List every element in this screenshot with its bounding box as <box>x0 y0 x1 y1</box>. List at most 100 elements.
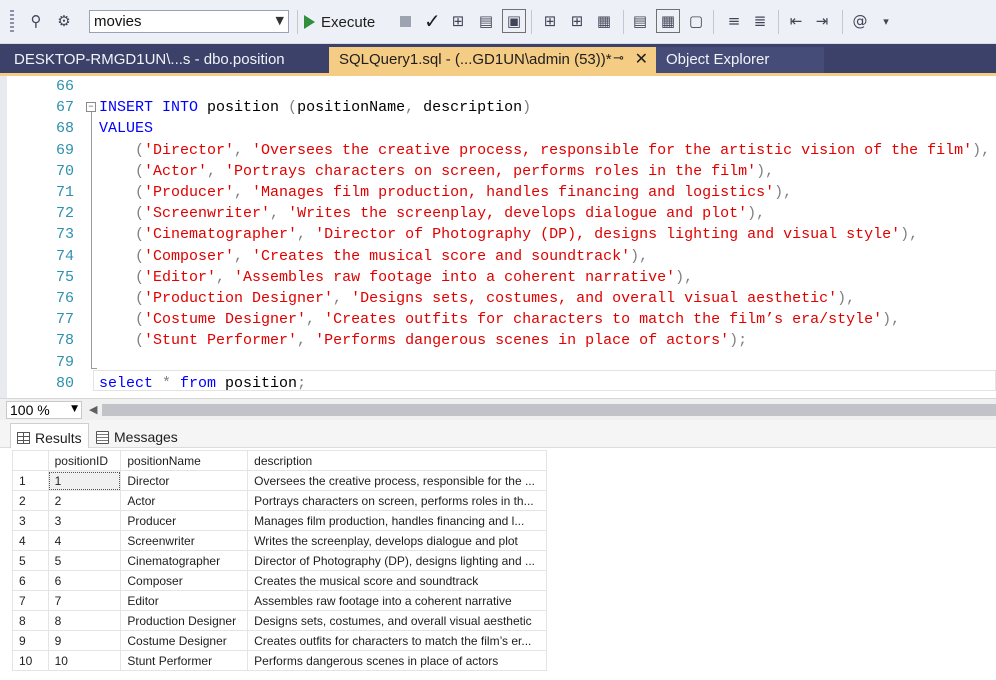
stop-icon[interactable] <box>400 16 411 27</box>
tab-results[interactable]: Results <box>10 423 89 448</box>
code-line[interactable]: 68 VALUES <box>0 118 996 139</box>
parse-check-icon[interactable]: ✓ <box>424 9 441 33</box>
increase-indent-icon[interactable]: ⇥ <box>810 9 834 33</box>
code-line[interactable]: 66 <box>0 76 996 97</box>
specify-values-icon[interactable]: @ <box>848 9 872 33</box>
grid-cell[interactable]: Assembles raw footage into a coherent na… <box>247 590 547 611</box>
toolbar-grip[interactable] <box>10 10 14 32</box>
grid-cell[interactable]: Portrays characters on screen, performs … <box>247 490 547 511</box>
code-line[interactable]: 80 select * from position; <box>0 373 996 394</box>
scroll-left-icon[interactable]: ◀ <box>89 403 97 416</box>
results-to-text-icon[interactable]: ▤ <box>628 9 652 33</box>
code-line[interactable]: 76 ('Production Designer', 'Designs sets… <box>0 288 996 309</box>
grid-cell[interactable]: 5 <box>47 550 122 571</box>
results-to-file-icon[interactable]: ▢ <box>684 9 708 33</box>
row-number[interactable]: 3 <box>12 510 49 531</box>
close-icon[interactable]: ✕ <box>635 49 648 68</box>
include-plan-icon[interactable]: ⊞ <box>538 9 562 33</box>
row-number[interactable]: 10 <box>12 650 49 671</box>
table-row[interactable]: 1 1 Director Oversees the creative process,… <box>12 470 547 491</box>
row-number[interactable]: 5 <box>12 550 49 571</box>
estimated-plan-icon[interactable]: ⊞ <box>446 9 470 33</box>
row-number[interactable]: 1 <box>12 470 49 491</box>
code-line[interactable]: 72 ('Screenwriter', 'Writes the screenpl… <box>0 203 996 224</box>
grid-cell[interactable]: 2 <box>47 490 122 511</box>
tab-object-explorer[interactable]: Object Explorer <box>656 47 824 73</box>
grid-cell[interactable]: Designs sets, costumes, and overall visu… <box>247 610 547 631</box>
horizontal-scrollbar[interactable] <box>102 404 996 416</box>
code-line[interactable]: 75 ('Editor', 'Assembles raw footage int… <box>0 267 996 288</box>
row-number[interactable]: 8 <box>12 610 49 631</box>
grid-cell[interactable]: Director of Photography (DP), designs li… <box>247 550 547 571</box>
grid-cell[interactable]: Cinematographer <box>120 550 249 571</box>
code-line[interactable]: 67 INSERT INTO position (positionName, de… <box>0 97 996 118</box>
row-number[interactable]: 7 <box>12 590 49 611</box>
grid-cell[interactable]: Stunt Performer <box>120 650 249 671</box>
code-line[interactable]: 70 ('Actor', 'Portrays characters on scr… <box>0 161 996 182</box>
grid-cell[interactable]: Actor <box>120 490 249 511</box>
table-row[interactable]: 6 6 Composer Creates the musical score and … <box>12 570 547 591</box>
code-line[interactable]: 78 ('Stunt Performer', 'Performs dangero… <box>0 330 996 351</box>
grid-cell[interactable]: Oversees the creative process, responsib… <box>247 470 547 491</box>
grid-cell[interactable]: Writes the screenplay, develops dialogue… <box>247 530 547 551</box>
grid-cell[interactable]: Director <box>120 470 249 491</box>
table-row[interactable]: 5 5 Cinematographer Director of Photography… <box>12 550 547 571</box>
grid-cell[interactable]: Performs dangerous scenes in place of ac… <box>247 650 547 671</box>
code-line[interactable]: 77 ('Costume Designer', 'Creates outfits… <box>0 309 996 330</box>
tab-table-position[interactable]: DESKTOP-RMGD1UN\...s - dbo.position <box>4 47 327 73</box>
query-editor[interactable]: 66 67 INSERT INTO position (positionName, … <box>0 76 996 398</box>
column-header[interactable]: positionName <box>120 450 249 471</box>
results-grid[interactable]: positionID positionName description 1 1 Di… <box>12 450 547 671</box>
grid-cell[interactable]: 7 <box>47 590 122 611</box>
row-number-header[interactable] <box>12 450 49 471</box>
grid-cell[interactable]: 9 <box>47 630 122 651</box>
row-number[interactable]: 6 <box>12 570 49 591</box>
decrease-indent-icon[interactable]: ⇤ <box>784 9 808 33</box>
column-header[interactable]: description <box>247 450 547 471</box>
grid-cell[interactable]: Creates the musical score and soundtrack <box>247 570 547 591</box>
client-stats-icon[interactable]: ▦ <box>592 9 616 33</box>
table-row[interactable]: 9 9 Costume Designer Creates outfits for ch… <box>12 630 547 651</box>
grid-cell[interactable]: 10 <box>47 650 122 671</box>
table-row[interactable]: 7 7 Editor Assembles raw footage into a coh… <box>12 590 547 611</box>
grid-cell[interactable]: Composer <box>120 570 249 591</box>
code-line[interactable]: 71 ('Producer', 'Manages film production… <box>0 182 996 203</box>
code-line[interactable]: 73 ('Cinematographer', 'Director of Phot… <box>0 224 996 245</box>
column-header[interactable]: positionID <box>47 450 122 471</box>
plugin-icon[interactable]: ⚲ <box>24 9 48 33</box>
grid-cell[interactable]: Production Designer <box>120 610 249 631</box>
toolbar-overflow-icon[interactable]: ▾ <box>874 9 898 33</box>
grid-cell[interactable]: Editor <box>120 590 249 611</box>
collapse-icon[interactable]: − <box>86 102 96 113</box>
query-options-icon[interactable]: ▤ <box>474 9 498 33</box>
table-row[interactable]: 10 10 Stunt Performer Performs dangerous sc… <box>12 650 547 671</box>
pin-icon[interactable]: ⊸ <box>613 51 624 66</box>
row-number[interactable]: 4 <box>12 530 49 551</box>
connect-icon[interactable]: ⚙ <box>52 9 76 33</box>
table-row[interactable]: 2 2 Actor Portrays characters on screen, pe… <box>12 490 547 511</box>
live-stats-icon[interactable]: ⊞ <box>565 9 589 33</box>
tab-sqlquery1[interactable]: SQLQuery1.sql - (...GD1UN\admin (53))* ⊸… <box>329 47 656 73</box>
code-line[interactable]: 74 ('Composer', 'Creates the musical sco… <box>0 246 996 267</box>
table-row[interactable]: 4 4 Screenwriter Writes the screenplay, dev… <box>12 530 547 551</box>
intellisense-icon[interactable]: ▣ <box>502 9 526 33</box>
code-line[interactable]: 69 ('Director', 'Oversees the creative p… <box>0 140 996 161</box>
comment-icon[interactable]: ≡ <box>722 9 746 33</box>
code-line[interactable]: 79 <box>0 352 996 373</box>
tab-messages[interactable]: Messages <box>90 423 184 448</box>
zoom-dropdown[interactable]: 100 % ▼ <box>6 401 82 419</box>
results-to-grid-icon[interactable]: ▦ <box>656 9 680 33</box>
uncomment-icon[interactable]: ≣ <box>748 9 772 33</box>
row-number[interactable]: 9 <box>12 630 49 651</box>
execute-button[interactable]: Execute <box>304 9 375 35</box>
table-row[interactable]: 3 3 Producer Manages film production, handl… <box>12 510 547 531</box>
row-number[interactable]: 2 <box>12 490 49 511</box>
grid-cell[interactable]: 3 <box>47 510 122 531</box>
database-dropdown[interactable]: movies ▼ <box>89 10 289 33</box>
grid-cell[interactable]: 8 <box>47 610 122 631</box>
table-row[interactable]: 8 8 Production Designer Designs sets, costu… <box>12 610 547 631</box>
grid-cell[interactable]: Producer <box>120 510 249 531</box>
grid-cell[interactable]: Manages film production, handles financi… <box>247 510 547 531</box>
grid-cell[interactable]: 1 <box>47 470 122 491</box>
grid-cell[interactable]: Costume Designer <box>120 630 249 651</box>
